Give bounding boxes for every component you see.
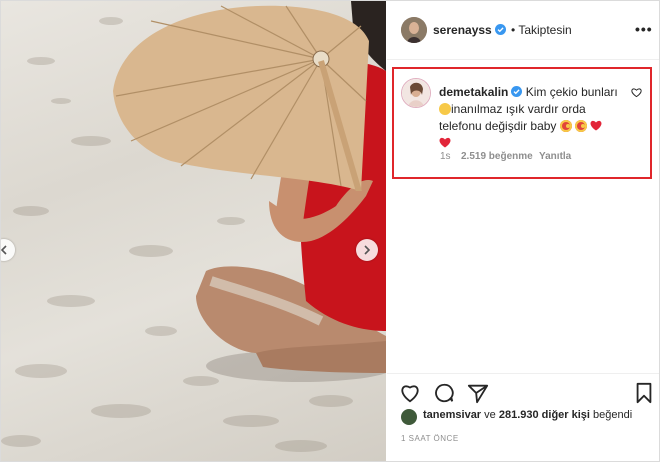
- author-username-text[interactable]: serenayss: [433, 23, 492, 37]
- commenter-avatar-photo: [402, 79, 430, 107]
- paper-plane-icon[interactable]: [467, 382, 489, 404]
- avatar-photo: [401, 17, 427, 43]
- author-avatar[interactable]: [401, 17, 427, 43]
- likes-summary: tanemsivar ve 281.930 diğer kişi beğendi: [423, 409, 632, 421]
- highlighted-comment: demetakalin Kim çekio bunları inanılmaz …: [439, 84, 629, 152]
- follow-status[interactable]: • Takiptesin: [511, 23, 572, 37]
- instagram-post-window: serenayss • Takiptesin ••• demetakalin K…: [0, 0, 660, 462]
- next-photo-button[interactable]: [356, 239, 378, 261]
- post-header: serenayss • Takiptesin •••: [387, 1, 659, 60]
- likes-suffix: beğendi: [593, 409, 633, 421]
- commenter-username[interactable]: demetakalin: [439, 85, 508, 99]
- others-count-link[interactable]: 281.930 diğer kişi: [499, 409, 590, 421]
- verified-badge-icon: [494, 24, 506, 35]
- follow-status-label[interactable]: Takiptesin: [518, 23, 571, 37]
- red-heart-emoji-icon-2: [439, 137, 451, 148]
- red-heart-emoji-icon: [590, 120, 602, 131]
- comment-time: 1s: [440, 151, 451, 162]
- comment-like-heart-icon[interactable]: [631, 87, 642, 98]
- worried-face-emoji-icon: [439, 103, 451, 115]
- likes-connector: ve: [484, 409, 496, 421]
- post-actions-bar: [387, 373, 659, 408]
- comment-line-2: inanılmaz ışık vardır orda: [451, 102, 586, 116]
- paper-umbrella: [113, 5, 369, 191]
- liker-avatar[interactable]: [401, 409, 417, 425]
- chevron-right-icon: [364, 245, 371, 255]
- chevron-left-icon: [1, 245, 7, 255]
- post-photo[interactable]: [1, 1, 386, 461]
- comment-bubble-icon[interactable]: [433, 382, 455, 404]
- liker-username[interactable]: tanemsivar: [423, 409, 481, 421]
- comment-line-1: Kim çekio bunları: [525, 85, 618, 99]
- post-side-panel: serenayss • Takiptesin ••• demetakalin K…: [387, 1, 659, 461]
- heart-eyes-emoji-icon-2: [575, 120, 588, 132]
- heart-icon[interactable]: [399, 382, 421, 404]
- comment-line-3: telefonu değişdir baby: [439, 119, 557, 133]
- post-timestamp[interactable]: 1 SAAT ÖNCE: [401, 434, 459, 443]
- reply-button[interactable]: Yanıtla: [539, 151, 571, 162]
- more-dots-icon[interactable]: •••: [635, 21, 653, 37]
- heart-eyes-emoji-icon: [559, 120, 572, 132]
- author-username[interactable]: serenayss: [433, 23, 506, 37]
- commenter-avatar[interactable]: [401, 78, 431, 108]
- header-separator: •: [511, 23, 516, 37]
- commenter-verified-badge-icon: [511, 86, 523, 97]
- comment-likes-count[interactable]: 2.519 beğenme: [461, 151, 533, 162]
- bookmark-icon[interactable]: [633, 382, 655, 404]
